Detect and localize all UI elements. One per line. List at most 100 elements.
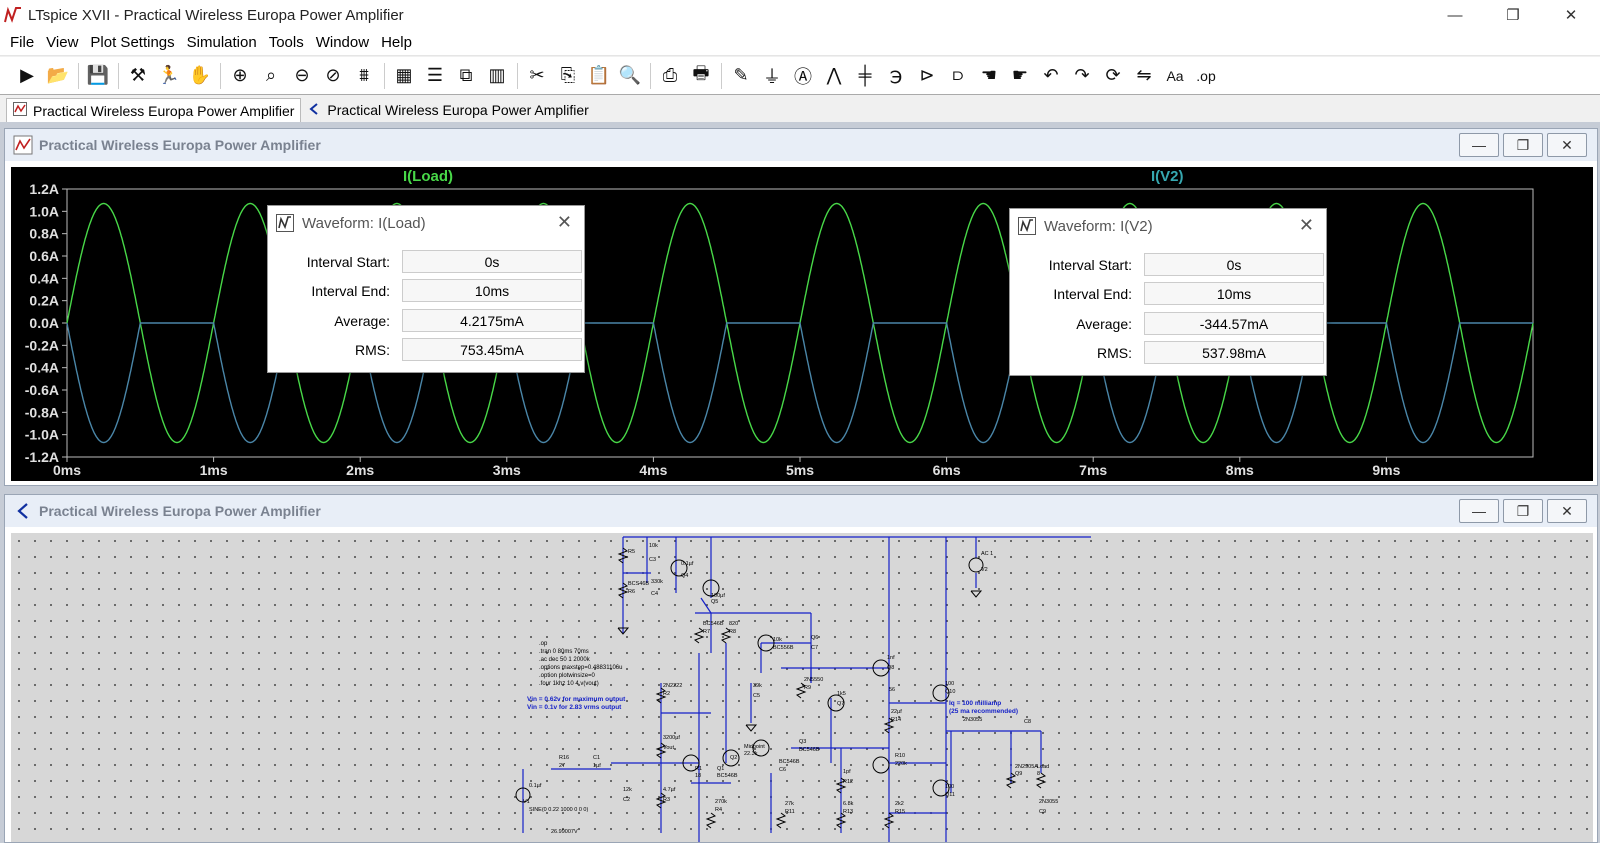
component-label: BC546B xyxy=(717,773,738,779)
value-field[interactable]: 10ms xyxy=(1144,282,1324,305)
zoom-in-icon[interactable]: ⊕ xyxy=(225,61,255,91)
menu-file[interactable]: File xyxy=(10,34,34,51)
schematic-maximize-button[interactable]: ❐ xyxy=(1503,499,1543,523)
transistor-symbol xyxy=(872,756,890,774)
component-label: Vout xyxy=(663,745,674,751)
label-icon[interactable]: Ⓐ xyxy=(788,61,818,91)
paste-icon[interactable]: 📋 xyxy=(584,61,614,91)
menu-simulation[interactable]: Simulation xyxy=(187,34,257,51)
label: Average: xyxy=(1076,316,1132,332)
drag-icon[interactable]: ☛ xyxy=(1005,61,1035,91)
autoscale-icon[interactable]: ⩩ xyxy=(349,61,379,91)
menu-window[interactable]: Window xyxy=(316,34,369,51)
y-tick-label: 0.8A xyxy=(29,226,59,242)
diode-icon[interactable]: ⊳ xyxy=(912,61,942,91)
hand-icon[interactable]: ✋ xyxy=(185,61,215,91)
component-label: 220k xyxy=(895,761,907,767)
plot-close-button[interactable]: ✕ xyxy=(1547,133,1587,157)
zoom-area-icon[interactable]: ⌕ xyxy=(256,61,286,91)
cut-icon[interactable]: ✂ xyxy=(522,61,552,91)
menu-help[interactable]: Help xyxy=(381,34,412,51)
rotate-icon[interactable]: ⟳ xyxy=(1098,61,1128,91)
component-label: Q1 xyxy=(717,766,724,772)
value-field[interactable]: 753.45mA xyxy=(402,338,582,361)
capacitor-icon[interactable]: ╪ xyxy=(850,61,880,91)
save-icon[interactable]: 💾 xyxy=(83,61,113,91)
schematic-minimize-button[interactable]: — xyxy=(1459,499,1499,523)
component-label: 10k xyxy=(649,543,658,549)
menu-view[interactable]: View xyxy=(46,34,78,51)
mirror-icon[interactable]: ⇋ xyxy=(1129,61,1159,91)
dialog-iload-close-icon[interactable]: ✕ xyxy=(557,212,572,233)
value-field[interactable]: 10ms xyxy=(402,279,582,302)
restore-button[interactable]: ❐ xyxy=(1484,0,1542,30)
tile-vertical-icon[interactable]: ▥ xyxy=(482,61,512,91)
redo-icon[interactable]: ↷ xyxy=(1067,61,1097,91)
run-man-icon[interactable]: 🏃 xyxy=(154,61,184,91)
inductor-icon[interactable]: ℈ xyxy=(881,61,911,91)
dialog-row-rms: RMS: 537.98mA xyxy=(1010,341,1328,365)
trace-label-iv2[interactable]: I(V2) xyxy=(1151,168,1184,185)
settings-icon[interactable]: ⚒ xyxy=(123,61,153,91)
tab-plot[interactable]: Practical Wireless Europa Power Amplifie… xyxy=(6,98,302,122)
value-field[interactable]: 537.98mA xyxy=(1144,341,1324,364)
grid-icon[interactable]: ▦ xyxy=(389,61,419,91)
plot-minimize-button[interactable]: — xyxy=(1459,133,1499,157)
x-tick-label: 7ms xyxy=(1079,462,1107,478)
open-icon[interactable]: 📂 xyxy=(43,61,73,91)
menu-plot-settings[interactable]: Plot Settings xyxy=(90,34,174,51)
print-icon[interactable]: ⎙ xyxy=(655,61,685,91)
component-label: 8 xyxy=(1037,771,1040,777)
label: Interval Start: xyxy=(306,254,390,270)
component-label: Q10 xyxy=(945,689,955,695)
ground-icon[interactable]: ⏚ xyxy=(757,61,787,91)
component-label: 1k5 xyxy=(837,691,846,697)
close-button[interactable]: ✕ xyxy=(1542,0,1600,30)
tile-horizontal-icon[interactable]: ☰ xyxy=(420,61,450,91)
schematic-canvas[interactable]: .op .tran 0 80ms 70ms .ac dec 50 1 2000k .o… xyxy=(11,533,1593,842)
dialog-row-interval-end: Interval End: 10ms xyxy=(268,279,586,303)
copy-icon[interactable]: ⎘ xyxy=(553,61,583,91)
print-setup-icon[interactable]: 🖶 xyxy=(686,61,716,91)
component-label: 100 xyxy=(945,784,954,790)
trace-label-iload[interactable]: I(Load) xyxy=(403,168,453,185)
waveform-plot[interactable]: 1.2A 1.0A 0.8A 0.6A 0.4A 0.2A 0.0A -0.2A -0.4A -0… xyxy=(11,167,1593,481)
plot-maximize-button[interactable]: ❐ xyxy=(1503,133,1543,157)
component-label: C7 xyxy=(811,645,818,651)
zoom-cancel-icon[interactable]: ⊘ xyxy=(318,61,348,91)
schematic-icon xyxy=(17,503,28,519)
run-icon[interactable]: ▶ xyxy=(12,61,42,91)
zoom-out-icon[interactable]: ⊖ xyxy=(287,61,317,91)
value-field[interactable]: 0s xyxy=(402,250,582,273)
component-label: 22µf xyxy=(891,709,902,715)
menu-tools[interactable]: Tools xyxy=(269,34,304,51)
component-label: R9 xyxy=(804,685,811,691)
label: Interval End: xyxy=(1053,286,1132,302)
component-icon[interactable]: ⫐ xyxy=(943,61,973,91)
schematic-close-button[interactable]: ✕ xyxy=(1547,499,1587,523)
resistor-icon[interactable]: ⋀ xyxy=(819,61,849,91)
x-tick-label: 1ms xyxy=(200,462,228,478)
spice-directive-icon[interactable]: .op xyxy=(1191,61,1221,91)
move-icon[interactable]: ☚ xyxy=(974,61,1004,91)
window-title: LTspice XVII - Practical Wireless Europa… xyxy=(28,6,404,24)
component-label: R2 xyxy=(663,691,670,697)
component-label: 22.3k xyxy=(744,751,758,757)
value-field[interactable]: 0s xyxy=(1144,253,1324,276)
wire-icon[interactable]: ✎ xyxy=(726,61,756,91)
y-tick-label: 0.4A xyxy=(29,270,59,286)
component-label: 39k xyxy=(753,683,762,689)
undo-icon[interactable]: ↶ xyxy=(1036,61,1066,91)
value-field[interactable]: -344.57mA xyxy=(1144,312,1324,335)
minimize-button[interactable]: — xyxy=(1426,0,1484,30)
y-tick-label: -0.2A xyxy=(25,337,59,353)
text-icon[interactable]: Aa xyxy=(1160,61,1190,91)
resistor-symbol xyxy=(693,627,705,644)
value-field[interactable]: 4.2175mA xyxy=(402,309,582,332)
find-icon[interactable]: 🔍 xyxy=(615,61,645,91)
spice-directive: .op xyxy=(539,641,548,647)
cascade-icon[interactable]: ⧉ xyxy=(451,61,481,91)
tab-schematic[interactable]: Practical Wireless Europa Power Amplifie… xyxy=(301,98,594,122)
dialog-iv2-close-icon[interactable]: ✕ xyxy=(1299,215,1314,236)
component-label: C9 xyxy=(1039,809,1046,815)
